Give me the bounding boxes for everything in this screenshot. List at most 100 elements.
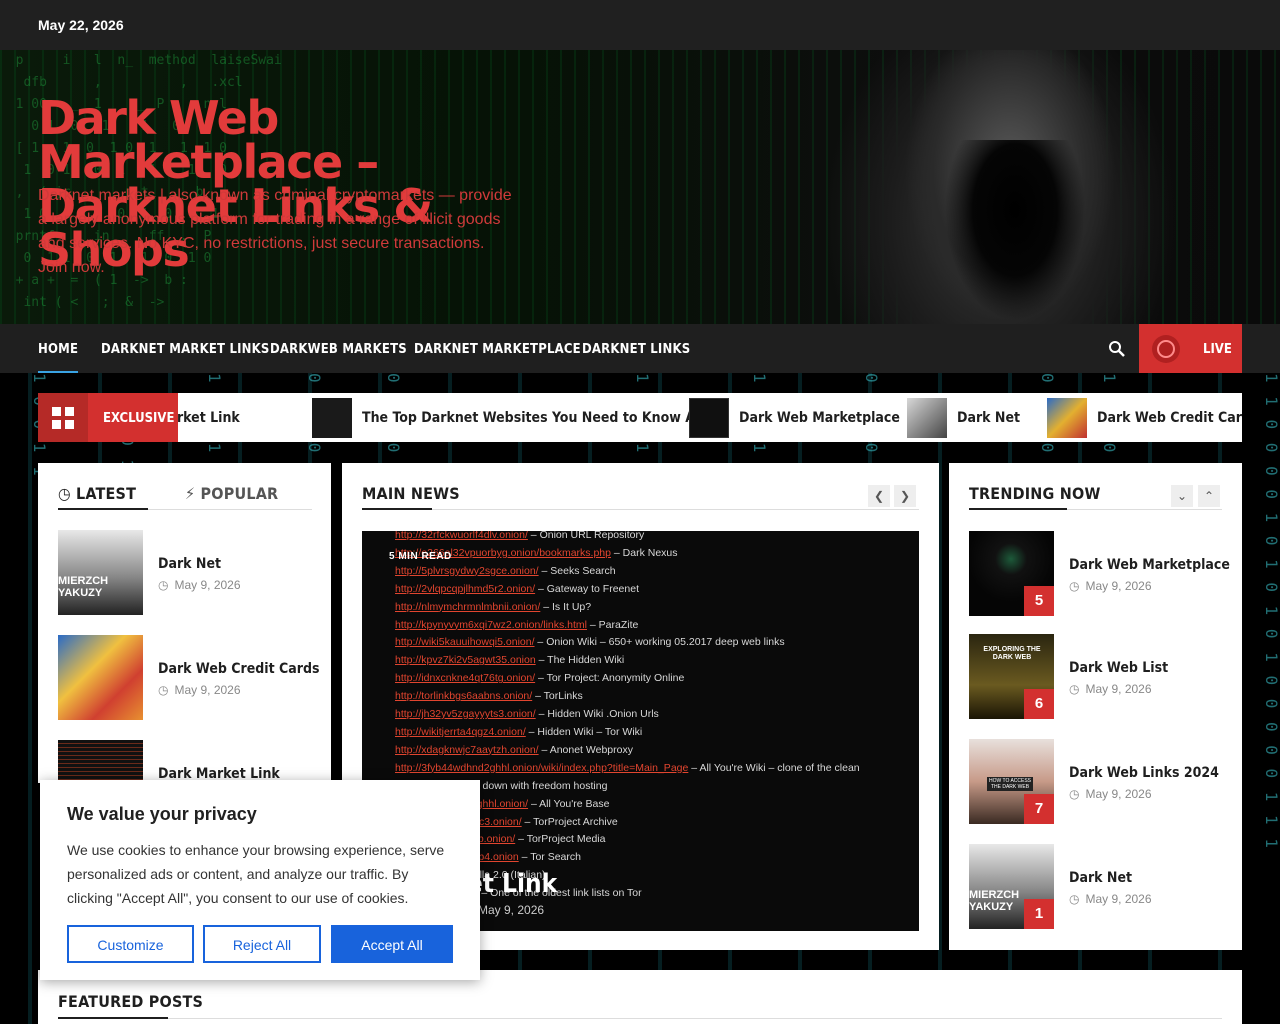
onion-url[interactable]: http://torlinkbgs6aabns.onion/ (395, 690, 532, 702)
link-description: – TorProject Archive (521, 815, 618, 828)
link-line: http://e266al32vpuorbyg.onion/bookmarks.… (395, 545, 860, 563)
link-line: http://kpynyvym6xqi7wz2.onion/links.html… (395, 617, 860, 635)
link-line: http://2vlqpcqpjlhmd5r2.onion/ – Gateway… (395, 581, 860, 599)
slide-date: May 9, 2026 (478, 903, 545, 917)
link-description: – The Hidden Wiki (535, 654, 625, 667)
ticker-thumbnail (689, 397, 729, 438)
cookie-body: We use cookies to enhance your browsing … (67, 842, 445, 906)
onion-url[interactable]: http://kpynyvym6xqi7wz2.onion/links.html (395, 619, 587, 631)
link-line: http://5plvrsgydwy2sgce.onion/ – Seeks S… (395, 563, 860, 581)
post-title: Dark Net (158, 556, 222, 572)
grid-icon (38, 393, 88, 442)
cookie-consent-banner: We value your privacy We use cookies to … (40, 780, 480, 980)
latest-post[interactable]: MIERZCH YAKUZY Dark Net May 9, 2026 (58, 530, 312, 615)
panel-divider (58, 1018, 1222, 1019)
onion-url[interactable]: http://2vlqpcqpjlhmd5r2.onion/ (395, 583, 535, 595)
hooded-figure-face (940, 140, 1090, 324)
post-title: Dark Net (1069, 870, 1133, 886)
link-line: http://wikitjerrta4qgz4.onion/ – Hidden … (395, 724, 860, 742)
latest-post[interactable]: Dark Market Link (58, 740, 312, 780)
latest-popular-panel (38, 463, 331, 783)
post-title: Dark Web Credit Cards (158, 661, 320, 677)
trending-heading: TRENDING NOW (969, 484, 1101, 503)
onion-url[interactable]: http://3fyb44wdhnd2ghhl.onion/wiki/index… (395, 762, 688, 774)
rank-badge: 7 (1024, 794, 1054, 824)
post-date: May 9, 2026 (158, 683, 240, 697)
onion-url[interactable]: http://kpvz7ki2v5agwt35.onion (395, 654, 536, 666)
onion-url[interactable]: http://idnxcnkne4qt76tg.onion/ (395, 672, 535, 684)
trending-post[interactable]: 5 Dark Web Marketplace May 9, 2026 (969, 531, 1230, 616)
ticker-item[interactable]: Dark Market Link (178, 393, 240, 442)
search-icon[interactable] (1108, 340, 1126, 358)
nav-darknet-links[interactable]: DARKNET LINKS (582, 342, 690, 357)
tab-latest[interactable]: ◷ LATEST (58, 484, 136, 503)
panel-divider (362, 509, 919, 510)
post-title: Dark Market Link (158, 766, 280, 780)
prev-arrow-icon[interactable]: ❮ (868, 485, 890, 507)
onion-url[interactable]: http://wikitjerrta4qgz4.onion/ (395, 726, 526, 738)
rank-badge: 1 (1024, 899, 1054, 929)
live-button[interactable]: LIVE (1139, 324, 1242, 373)
nav-darkweb-markets[interactable]: DARKWEB MARKETS (270, 342, 407, 357)
onion-url[interactable]: http://32rfckwuorlf4dlv.onion/ (395, 531, 528, 541)
onion-url[interactable]: http://xdagknwjc7aaytzh.onion/ (395, 744, 539, 756)
main-navigation: HOME DARKNET MARKET LINKS DARKWEB MARKET… (0, 324, 1280, 374)
link-line: http://32rfckwuorlf4dlv.onion/ – Onion U… (395, 531, 860, 545)
onion-url[interactable]: http://jh32yv5zgayyyts3.onion/ (395, 708, 536, 720)
link-description: – ParaZite (587, 618, 639, 631)
link-description: – Tor Project: Anonymity Online (535, 672, 685, 685)
post-thumbnail (58, 740, 143, 780)
heading-underline (969, 508, 1067, 510)
post-thumbnail: MIERZCH YAKUZY (58, 530, 143, 615)
customize-button[interactable]: Customize (67, 925, 194, 963)
clock-icon: ◷ (58, 484, 76, 503)
ticker-item[interactable]: Dark Web Credit Cards (1047, 393, 1242, 442)
live-label: LIVE (1203, 342, 1232, 357)
post-date: May 9, 2026 (1069, 579, 1151, 593)
onion-url[interactable]: http://5plvrsgydwy2sgce.onion/ (395, 565, 539, 577)
post-thumbnail (58, 635, 143, 720)
post-date: May 9, 2026 (1069, 787, 1151, 801)
link-description: – Gateway to Freenet (535, 582, 639, 595)
nav-darknet-market-links[interactable]: DARKNET MARKET LINKS (101, 342, 270, 357)
reject-all-button[interactable]: Reject All (203, 925, 321, 963)
tab-popular[interactable]: ⚡ POPULAR (185, 484, 278, 503)
exclusive-label: EXCLUSIVE (88, 393, 178, 442)
current-date: May 22, 2026 (38, 17, 124, 33)
chevron-down-icon[interactable]: ⌄ (1171, 485, 1193, 507)
post-title: Dark Web Marketplace (1069, 557, 1230, 573)
ticker-item[interactable]: Dark Web Marketplace (689, 393, 900, 442)
ticker-track: Dark Market Link The Top Darknet Website… (178, 393, 1242, 442)
link-line: http://torlinkbgs6aabns.onion/ – TorLink… (395, 688, 860, 706)
site-description: Darknet markets | also known as criminal… (38, 187, 512, 276)
link-line: http://idnxcnkne4qt76tg.onion/ – Tor Pro… (395, 670, 860, 688)
live-record-icon (1152, 335, 1180, 363)
link-description: – Hidden Wiki – Tor Wiki (525, 725, 643, 738)
next-arrow-icon[interactable]: ❯ (894, 485, 916, 507)
rank-badge: 5 (1024, 586, 1054, 616)
onion-url[interactable]: http://wiki5kauuihowqi5.onion/ (395, 636, 535, 648)
link-description: ent down with freedom hosting (465, 779, 608, 792)
active-tab-underline (58, 508, 148, 510)
latest-post[interactable]: Dark Web Credit Cards May 9, 2026 (58, 635, 319, 720)
trending-post[interactable]: EXPLORING THE DARK WEB 6 Dark Web List M… (969, 634, 1222, 719)
link-line: http://kpvz7ki2v5agwt35.onion – The Hidd… (395, 652, 860, 670)
nav-darknet-marketplace[interactable]: DARKNET MARKETPLACE (414, 342, 581, 357)
ticker-thumbnail (907, 397, 947, 438)
ticker-item[interactable]: The Top Darknet Websites You Need to Kno… (312, 393, 728, 442)
onion-url[interactable]: http://nlmymchrmnlmbnii.onion/ (395, 601, 540, 613)
trending-post[interactable]: MIERZCH YAKUZY 1 Dark Net May 9, 2026 (969, 844, 1222, 929)
site-header: p i l n_ method laiseSwai dfb , , .xcl 1… (0, 50, 1280, 324)
trending-post[interactable]: HOW TO ACCESS THE DARK WEB 7 Dark Web Li… (969, 739, 1222, 824)
nav-home[interactable]: HOME (38, 342, 79, 374)
link-description: – Dark Nexus (610, 546, 678, 559)
ticker-thumbnail (1047, 397, 1087, 438)
accept-all-button[interactable]: Accept All (331, 925, 453, 963)
chevron-up-icon[interactable]: ⌃ (1198, 485, 1220, 507)
link-description: – Seeks Search (538, 564, 616, 577)
link-description: – TorLinks (532, 690, 583, 703)
link-description: – TorProject Media (515, 833, 606, 846)
ticker-item[interactable]: Dark Net (907, 393, 1020, 442)
heading-underline (58, 1017, 168, 1019)
post-date: May 9, 2026 (1069, 682, 1151, 696)
